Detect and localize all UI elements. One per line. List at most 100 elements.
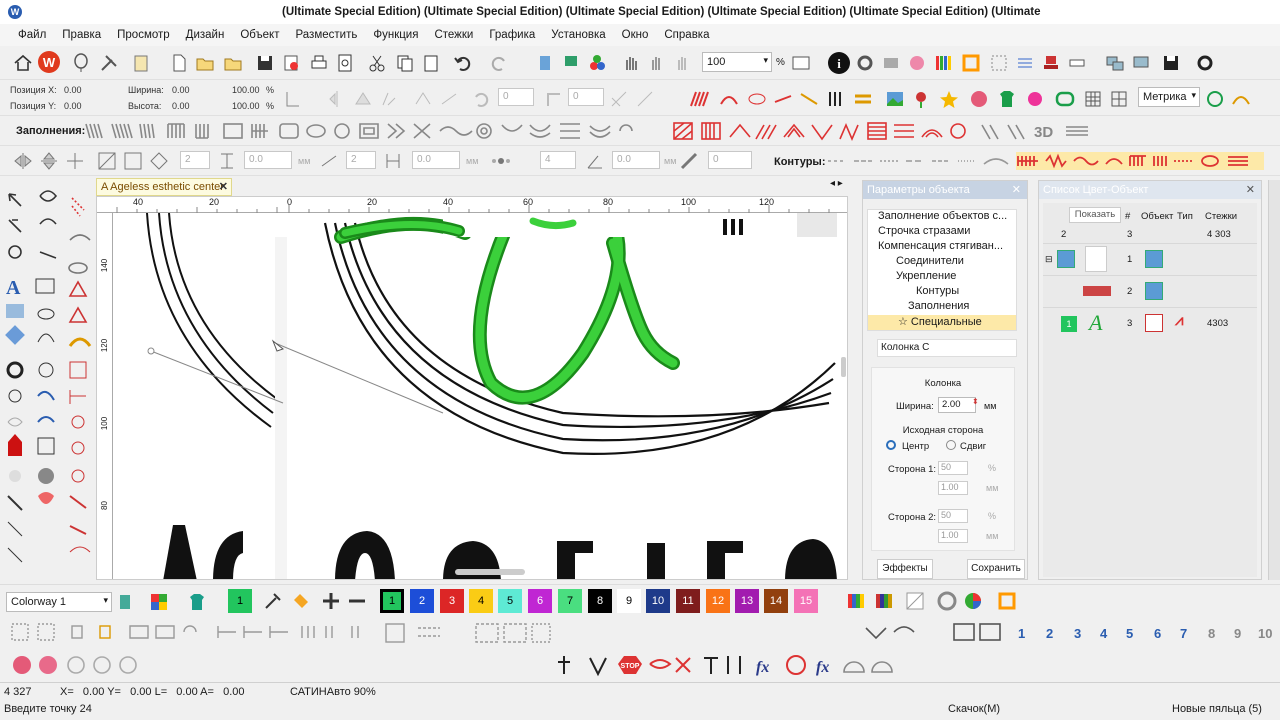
stitch-style-3-icon[interactable] (746, 88, 768, 110)
home-icon[interactable] (12, 52, 34, 74)
palette-icon[interactable] (906, 52, 928, 74)
height-percent[interactable]: 100.00 (232, 101, 260, 111)
stitch-style-4-icon[interactable] (772, 88, 794, 110)
hoop-down-icon[interactable] (560, 52, 582, 74)
side2-mm-input[interactable]: 1.00 (938, 529, 968, 543)
save-icon[interactable] (254, 52, 276, 74)
table-row[interactable]: ⊟ 1 (1043, 243, 1257, 275)
close-icon[interactable]: ✕ (219, 180, 228, 193)
hoop-icon[interactable] (960, 52, 982, 74)
menu-stitches[interactable]: Стежки (426, 29, 481, 41)
paint-bucket-icon[interactable] (290, 590, 312, 612)
hoop-number[interactable]: 6 (1154, 626, 1161, 641)
width-percent[interactable]: 100.00 (232, 85, 260, 95)
shirt-color-icon[interactable] (186, 591, 208, 613)
align-diag2-icon[interactable] (634, 88, 656, 110)
rotate-alt-icon[interactable] (438, 88, 460, 110)
pos-y-value[interactable]: 0.00 (64, 101, 82, 111)
hoop-number[interactable]: 9 (1234, 626, 1241, 641)
flip-h-icon[interactable] (12, 150, 34, 172)
swatch-8[interactable]: 8 (588, 589, 612, 613)
stitch-style-6-icon[interactable] (824, 88, 846, 110)
menu-design[interactable]: Дизайн (178, 29, 233, 41)
tree-item-pull-compensation[interactable]: Компенсация стягиван... (868, 240, 1016, 255)
pos-x-value[interactable]: 0.00 (64, 85, 82, 95)
frame-icon[interactable] (1054, 88, 1076, 110)
star-icon[interactable] (938, 88, 960, 110)
stamp-icon[interactable] (1040, 52, 1062, 74)
menu-file[interactable]: Файл (10, 29, 54, 41)
plus-icon[interactable] (320, 590, 342, 612)
angle-input[interactable]: 0.0 (612, 151, 660, 169)
thread-spool-icon[interactable] (114, 591, 136, 613)
hoop-number[interactable]: 3 (1074, 626, 1081, 641)
settings-icon[interactable] (1194, 52, 1216, 74)
thread-chart-icon[interactable] (846, 590, 868, 612)
gap-input[interactable]: 0.0 (412, 151, 460, 169)
tools-icon[interactable] (98, 52, 120, 74)
column-width-input[interactable]: 2.00 (938, 397, 976, 413)
tulip-icon[interactable] (910, 88, 932, 110)
active-swatch[interactable]: 1 (380, 589, 404, 613)
paste-icon[interactable] (420, 52, 442, 74)
curve-icon[interactable] (1230, 88, 1252, 110)
ruler-angle-input[interactable]: 0 (708, 151, 752, 169)
slant-icon[interactable] (542, 88, 564, 110)
hoop-yellow-icon[interactable] (996, 590, 1018, 612)
menu-object[interactable]: Объект (232, 29, 287, 41)
menu-function[interactable]: Функция (365, 29, 426, 41)
undo-icon[interactable] (452, 52, 474, 74)
open-folder-icon[interactable] (194, 52, 216, 74)
close-icon[interactable]: ✕ (1246, 183, 1255, 196)
side-panel-edge[interactable] (1268, 180, 1280, 580)
hand-disabled-icon[interactable] (672, 52, 694, 74)
swatch-2[interactable]: 2 (410, 589, 434, 613)
radio-shift[interactable] (946, 440, 956, 450)
width-value[interactable]: 0.00 (172, 85, 190, 95)
swatch-10[interactable]: 10 (646, 589, 670, 613)
swatch-14[interactable]: 14 (764, 589, 788, 613)
swatch-7[interactable]: 7 (558, 589, 582, 613)
export-icon[interactable] (280, 52, 302, 74)
tree-item-outlines[interactable]: Контуры (868, 285, 1016, 300)
balloon-icon[interactable] (70, 52, 92, 74)
hoop-number[interactable]: 5 (1126, 626, 1133, 641)
array-icon[interactable] (96, 150, 118, 172)
clipboard-icon[interactable] (130, 52, 152, 74)
skew-icon[interactable] (378, 88, 400, 110)
effects-button[interactable]: Эффекты (877, 559, 933, 579)
ruler-icon[interactable] (1066, 52, 1088, 74)
expand-icon[interactable]: ⊟ (1045, 254, 1053, 265)
swatch-15[interactable]: 15 (794, 589, 818, 613)
swatch-9[interactable]: 9 (617, 589, 641, 613)
tab-scroll-arrows[interactable]: ◂ ▸ (830, 178, 843, 189)
tree-item-underlay[interactable]: Укрепление (868, 270, 1016, 285)
stitch-style-1-icon[interactable] (688, 88, 710, 110)
applique-icon[interactable] (1024, 88, 1046, 110)
offset-icon[interactable] (318, 150, 340, 172)
menu-window[interactable]: Окно (614, 29, 657, 41)
colorway-dropdown[interactable]: Colorway 1 ▾ (6, 592, 112, 612)
height-value[interactable]: 0.00 (172, 101, 190, 111)
print-preview-icon[interactable] (334, 52, 356, 74)
menu-setup[interactable]: Установка (543, 29, 613, 41)
copy-icon[interactable] (394, 52, 416, 74)
swatch-3[interactable]: 3 (440, 589, 464, 613)
hand-icon[interactable] (620, 52, 642, 74)
hoop-number[interactable]: 7 (1180, 626, 1187, 641)
spacing-input[interactable]: 0.0 (244, 151, 292, 169)
swatch-12[interactable]: 12 (706, 589, 730, 613)
color-wheel-icon[interactable] (962, 590, 984, 612)
flip-both-icon[interactable] (64, 150, 86, 172)
stitch-style-5-icon[interactable] (798, 88, 820, 110)
rotate-angle-icon[interactable] (470, 88, 492, 110)
hand-zoom-icon[interactable] (646, 52, 668, 74)
menu-graphics[interactable]: Графика (481, 29, 543, 41)
array2-icon[interactable] (122, 150, 144, 172)
side2-percent-input[interactable]: 50 (938, 509, 968, 523)
print-icon[interactable] (308, 52, 330, 74)
table-row[interactable]: 1 A 3 ⩘ 4303 (1043, 307, 1257, 339)
swatch-1[interactable]: 1 (228, 589, 252, 613)
shirt-icon[interactable] (996, 88, 1018, 110)
monogram-icon[interactable] (968, 88, 990, 110)
